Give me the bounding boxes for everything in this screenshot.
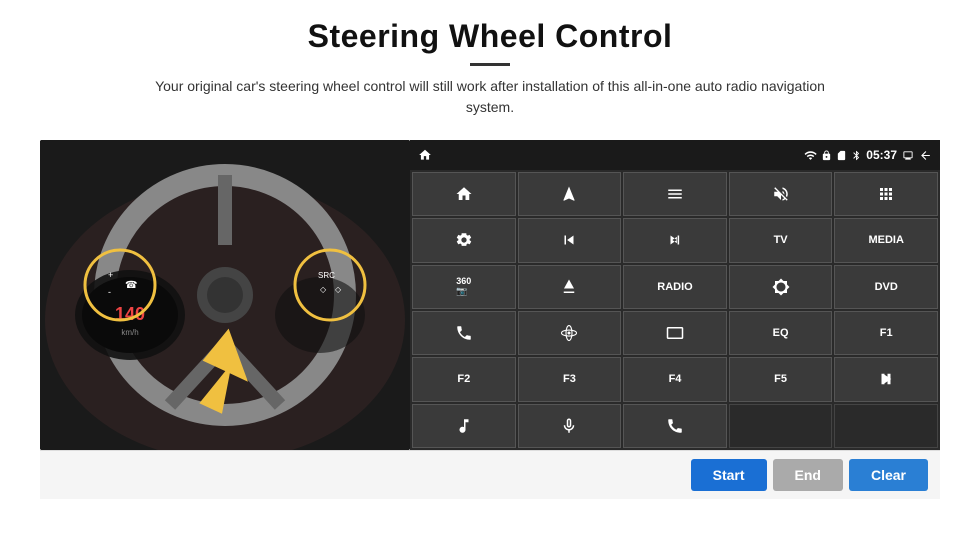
btn-eject[interactable] xyxy=(518,265,622,309)
title-divider xyxy=(470,63,510,66)
btn-f4[interactable]: F4 xyxy=(623,357,727,401)
btn-navigate[interactable] xyxy=(518,172,622,216)
btn-settings[interactable] xyxy=(412,218,516,262)
btn-mute[interactable] xyxy=(729,172,833,216)
svg-text:km/h: km/h xyxy=(121,328,138,337)
btn-home[interactable] xyxy=(412,172,516,216)
title-section: Steering Wheel Control Your original car… xyxy=(140,18,840,118)
subtitle: Your original car's steering wheel contr… xyxy=(140,76,840,118)
btn-screen2[interactable] xyxy=(623,311,727,355)
btn-hangup[interactable] xyxy=(623,404,727,448)
sim-icon xyxy=(836,150,847,161)
status-bar: 05:37 xyxy=(410,140,940,170)
svg-text:+: + xyxy=(108,270,113,280)
btn-360cam[interactable]: 360📷 xyxy=(412,265,516,309)
btn-brightness[interactable] xyxy=(729,265,833,309)
btn-f2[interactable]: F2 xyxy=(412,357,516,401)
btn-mic[interactable] xyxy=(518,404,622,448)
lock-icon xyxy=(821,150,832,161)
svg-text:◇: ◇ xyxy=(335,285,342,294)
btn-empty2 xyxy=(834,404,938,448)
btn-media[interactable]: MEDIA xyxy=(834,218,938,262)
btn-empty1 xyxy=(729,404,833,448)
control-panel: 05:37 xyxy=(410,140,940,450)
btn-apps[interactable] xyxy=(834,172,938,216)
btn-radio[interactable]: RADIO xyxy=(623,265,727,309)
status-left xyxy=(418,148,432,162)
screen-icon xyxy=(901,150,915,161)
page-container: Steering Wheel Control Your original car… xyxy=(0,0,980,544)
wifi-icon xyxy=(804,149,817,162)
button-grid: TV MEDIA 360📷 RADIO xyxy=(410,170,940,450)
page-title: Steering Wheel Control xyxy=(140,18,840,55)
svg-text:-: - xyxy=(108,287,111,297)
status-time: 05:37 xyxy=(866,148,897,162)
clear-button[interactable]: Clear xyxy=(849,459,928,491)
btn-music[interactable] xyxy=(412,404,516,448)
home-status-icon xyxy=(418,148,432,162)
end-button[interactable]: End xyxy=(773,459,843,491)
content-area: 140 km/h + - ☎ SRC ◇ ◇ xyxy=(40,140,940,450)
btn-prev[interactable] xyxy=(518,218,622,262)
btn-f5[interactable]: F5 xyxy=(729,357,833,401)
btn-list[interactable] xyxy=(623,172,727,216)
start-button[interactable]: Start xyxy=(691,459,767,491)
svg-text:☎: ☎ xyxy=(125,280,137,291)
btn-orbit[interactable] xyxy=(518,311,622,355)
btn-f1[interactable]: F1 xyxy=(834,311,938,355)
bottom-bar: Start End Clear xyxy=(40,450,940,499)
btn-tv[interactable]: TV xyxy=(729,218,833,262)
btn-eq[interactable]: EQ xyxy=(729,311,833,355)
btn-next[interactable] xyxy=(623,218,727,262)
steering-wheel-image: 140 km/h + - ☎ SRC ◇ ◇ xyxy=(40,140,410,450)
svg-text:SRC: SRC xyxy=(318,271,335,280)
btn-f3[interactable]: F3 xyxy=(518,357,622,401)
status-right: 05:37 xyxy=(804,148,932,162)
btn-phone[interactable] xyxy=(412,311,516,355)
back-icon xyxy=(919,149,932,162)
btn-dvd[interactable]: DVD xyxy=(834,265,938,309)
bluetooth-icon xyxy=(851,149,862,162)
btn-playpause[interactable] xyxy=(834,357,938,401)
svg-text:◇: ◇ xyxy=(320,285,327,294)
